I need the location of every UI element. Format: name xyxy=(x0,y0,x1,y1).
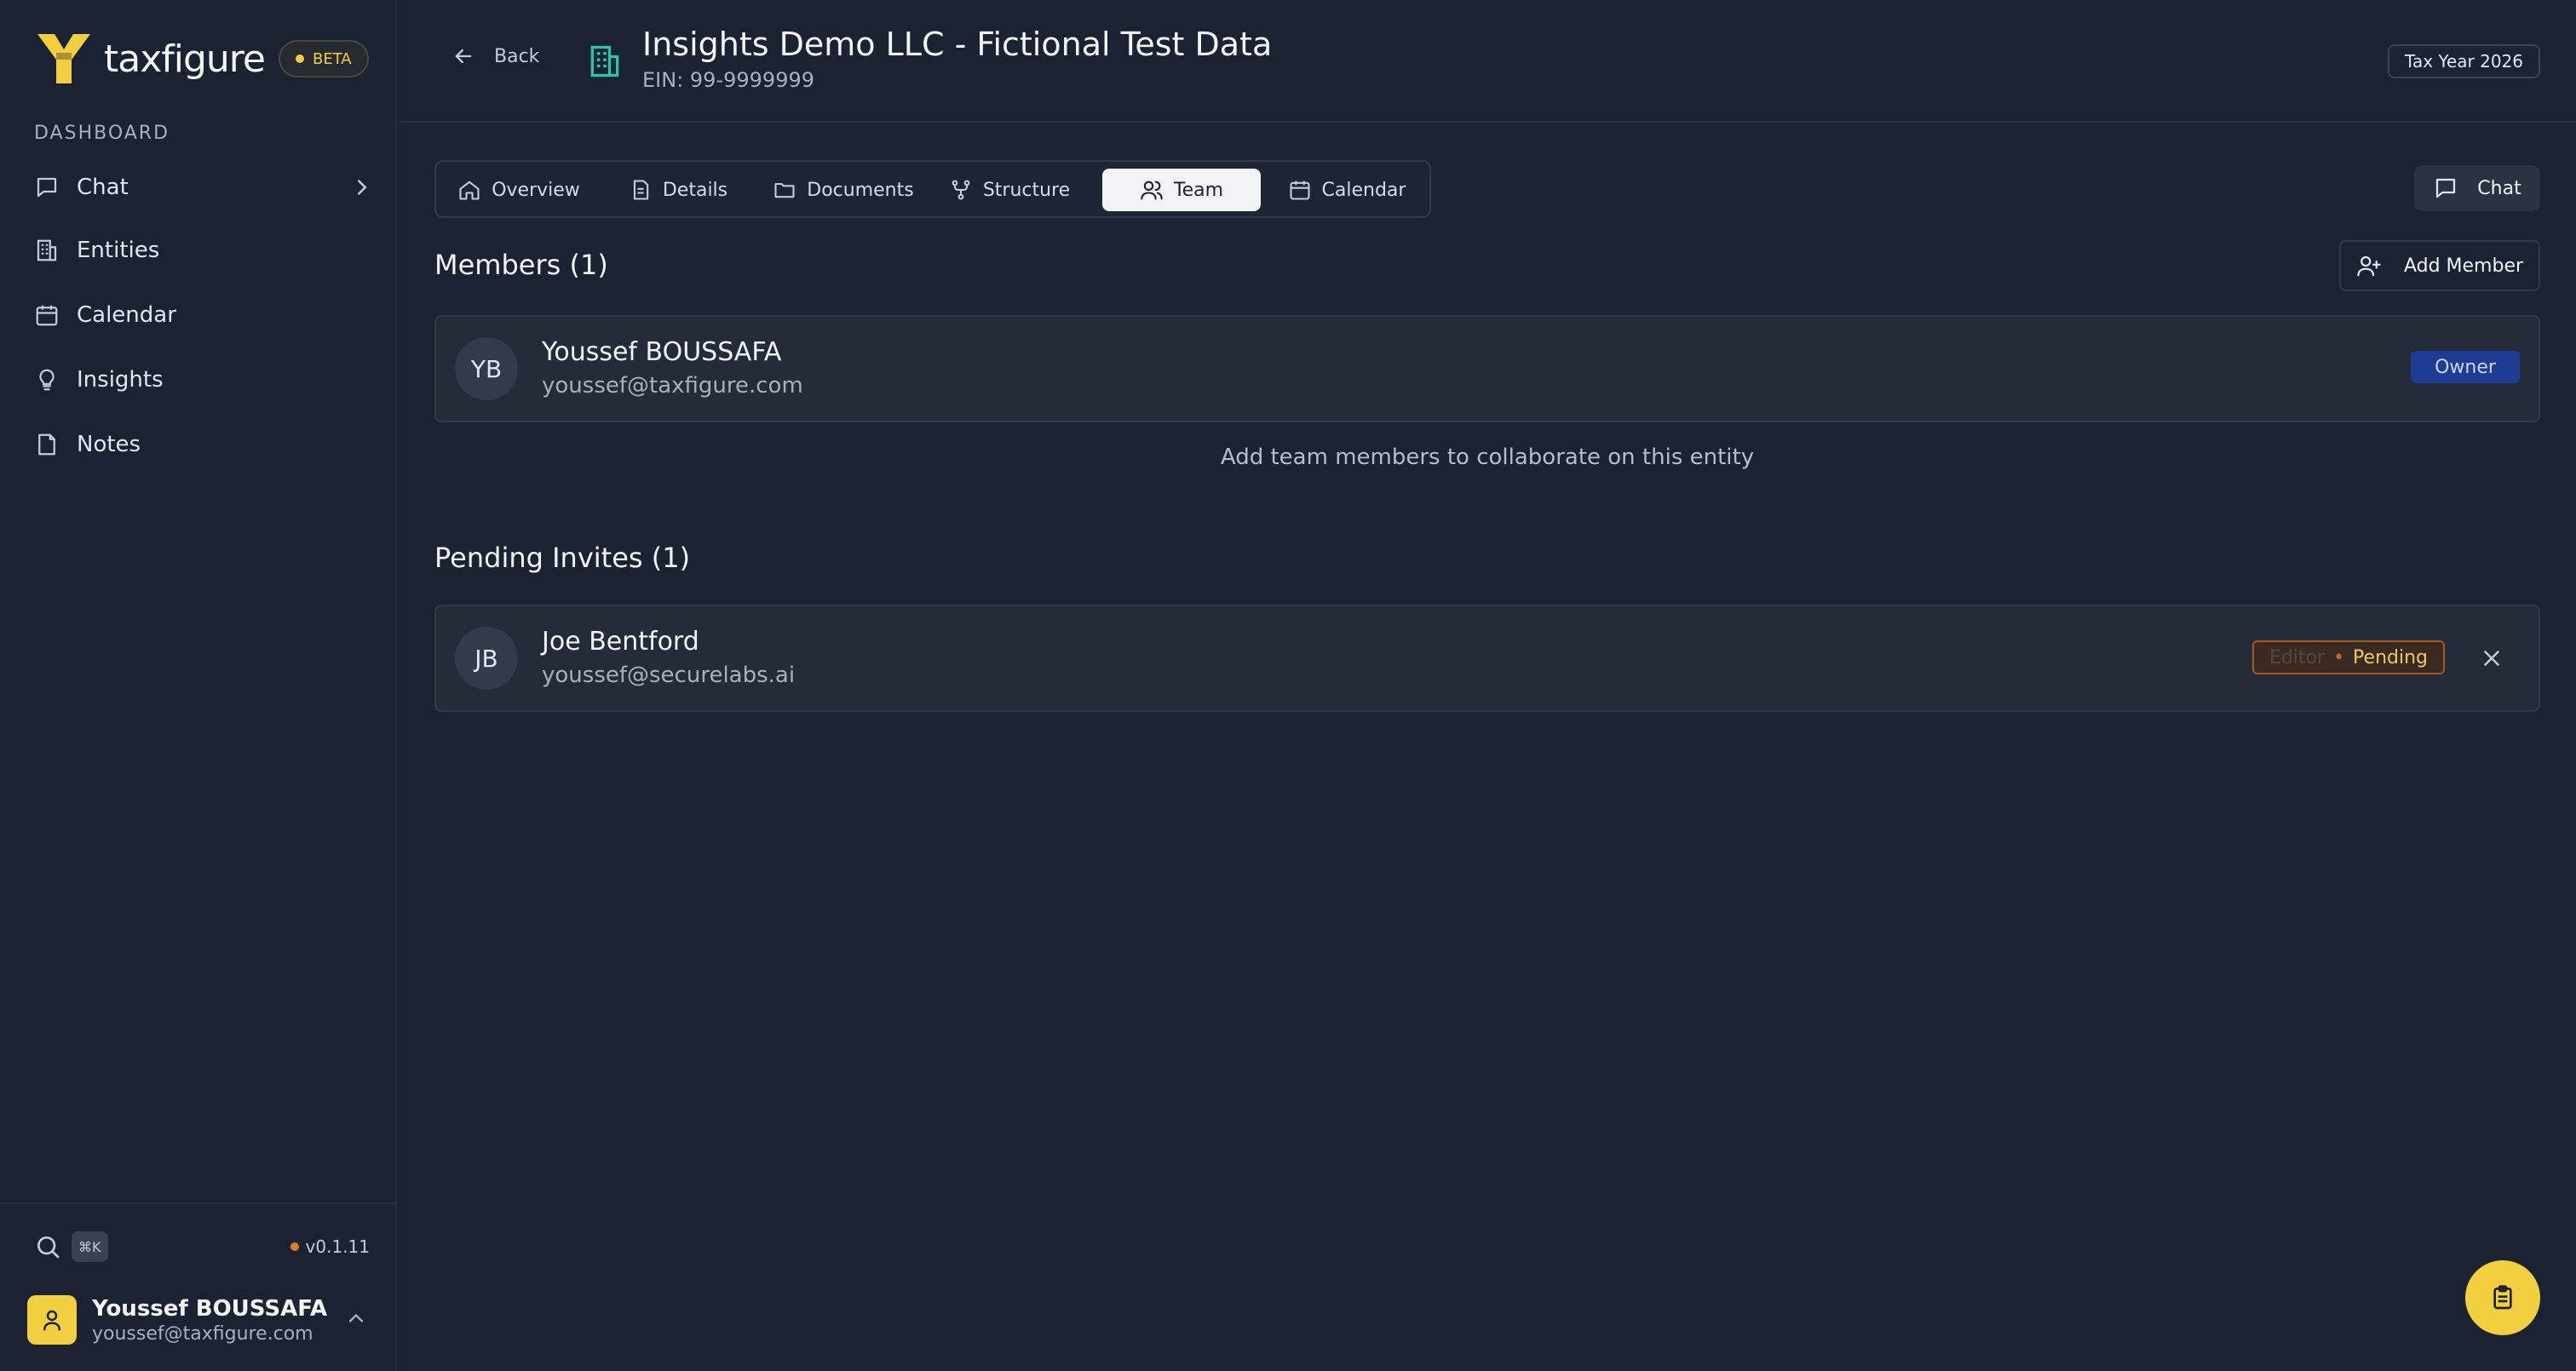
sidebar-item-label: Chat xyxy=(77,175,129,200)
chevron-up-icon[interactable] xyxy=(344,1306,368,1334)
building-icon xyxy=(590,45,619,77)
sidebar-item-label: Insights xyxy=(77,367,164,393)
dashboard-section-label: DASHBOARD xyxy=(34,123,170,144)
page-title: Insights Demo LLC - Fictional Test Data xyxy=(642,26,1273,63)
add-member-label: Add Member xyxy=(2403,255,2524,277)
avatar: YB xyxy=(455,337,518,400)
message-square-icon xyxy=(2436,178,2456,198)
invite-row: JB Joe Bentford youssef@securelabs.ai Ed… xyxy=(434,605,2540,712)
message-square-icon xyxy=(37,177,57,198)
sidebar-item-entities[interactable]: Entities xyxy=(34,227,375,274)
invite-status-badge: Editor • Pending xyxy=(2251,640,2445,674)
avatar: JB xyxy=(455,627,518,690)
entity-header: Back Insights Demo LLC - Fictional Test … xyxy=(399,0,2576,123)
tab-label: Calendar xyxy=(1321,179,1406,201)
version-label: v0.1.11 xyxy=(290,1236,370,1257)
chat-button[interactable]: Chat xyxy=(2414,165,2540,211)
tab-details[interactable]: Details xyxy=(627,169,729,211)
folder-icon xyxy=(774,182,795,198)
version-text: v0.1.11 xyxy=(305,1236,370,1257)
user-icon xyxy=(43,1310,60,1331)
sidebar-item-insights[interactable]: Insights xyxy=(34,356,375,404)
tab-calendar[interactable]: Calendar xyxy=(1283,169,1411,211)
calendar-icon xyxy=(36,305,58,326)
sidebar-item-notes[interactable]: Notes xyxy=(34,421,375,468)
remove-invite-button[interactable] xyxy=(2477,644,2506,673)
sidebar-divider xyxy=(0,1202,397,1204)
close-icon xyxy=(2484,651,2499,666)
sidebar: taxfigure BETA DASHBOARD Chat Entities C… xyxy=(0,0,397,1371)
arrow-left-icon xyxy=(455,49,472,64)
search-icon xyxy=(37,1236,60,1259)
file-text-icon xyxy=(633,180,649,200)
calendar-icon xyxy=(1289,181,1310,200)
sticky-note-icon xyxy=(38,433,55,456)
user-menu[interactable]: Youssef BOUSSAFA youssef@taxfigure.com xyxy=(27,1293,377,1347)
sidebar-item-label: Calendar xyxy=(77,302,176,328)
invite-status: Pending xyxy=(2353,646,2428,668)
tab-label: Details xyxy=(662,179,728,201)
member-email: youssef@taxfigure.com xyxy=(542,373,803,399)
tab-label: Team xyxy=(1173,179,1224,201)
member-name: Youssef BOUSSAFA xyxy=(542,337,782,367)
taxfigure-logo-icon xyxy=(37,34,90,83)
avatar xyxy=(27,1295,77,1345)
invite-email: youssef@securelabs.ai xyxy=(542,663,796,688)
beta-label: BETA xyxy=(312,49,352,68)
sidebar-item-label: Entities xyxy=(77,238,160,263)
tax-year-selector[interactable]: Tax Year 2026 xyxy=(2388,44,2540,78)
version-dot-icon xyxy=(290,1242,299,1251)
sidebar-item-chat[interactable]: Chat xyxy=(34,163,375,211)
users-icon xyxy=(1141,181,1163,200)
clipboard-icon xyxy=(2493,1285,2512,1310)
back-button[interactable]: Back xyxy=(451,44,539,68)
entity-ein: EIN: 99-9999999 xyxy=(642,68,814,92)
members-title: Members (1) xyxy=(434,249,608,281)
user-email: youssef@taxfigure.com xyxy=(92,1322,313,1345)
tab-label: Overview xyxy=(492,179,580,201)
git-fork-icon xyxy=(952,180,970,200)
sidebar-item-label: Notes xyxy=(77,432,141,457)
clipboard-fab-button[interactable] xyxy=(2465,1260,2540,1335)
tab-structure[interactable]: Structure xyxy=(946,169,1073,211)
tab-team[interactable]: Team xyxy=(1102,169,1261,211)
user-plus-icon xyxy=(2357,255,2381,277)
entity-tabs: Overview Details Documents Structure Tea… xyxy=(434,160,1431,218)
tab-overview[interactable]: Overview xyxy=(455,169,583,211)
tab-label: Structure xyxy=(982,179,1071,201)
sidebar-item-calendar[interactable]: Calendar xyxy=(34,291,375,339)
pending-invites-title: Pending Invites (1) xyxy=(434,542,691,574)
search-button[interactable]: ⌘K xyxy=(34,1231,108,1262)
app-name: taxfigure xyxy=(104,37,266,81)
badge-separator: • xyxy=(2333,646,2345,668)
add-member-button[interactable]: Add Member xyxy=(2339,240,2540,291)
member-row: YB Youssef BOUSSAFA youssef@taxfigure.co… xyxy=(434,315,2540,422)
user-name: Youssef BOUSSAFA xyxy=(92,1295,328,1322)
building-icon xyxy=(37,239,57,261)
chevron-right-icon[interactable] xyxy=(349,175,375,206)
invite-role: Editor xyxy=(2268,646,2326,668)
lightbulb-icon xyxy=(39,369,55,391)
tab-label: Documents xyxy=(807,179,914,201)
chat-button-label: Chat xyxy=(2477,177,2521,199)
collaborate-hint: Add team members to collaborate on this … xyxy=(1220,445,1755,470)
logo[interactable]: taxfigure BETA xyxy=(32,27,369,90)
search-shortcut: ⌘K xyxy=(72,1231,108,1262)
tab-documents[interactable]: Documents xyxy=(770,169,917,211)
beta-dot-icon xyxy=(295,54,304,63)
role-badge: Owner xyxy=(2411,351,2520,383)
back-label: Back xyxy=(494,45,540,67)
invite-name: Joe Bentford xyxy=(542,627,699,657)
home-icon xyxy=(459,181,480,200)
beta-badge: BETA xyxy=(278,40,369,77)
